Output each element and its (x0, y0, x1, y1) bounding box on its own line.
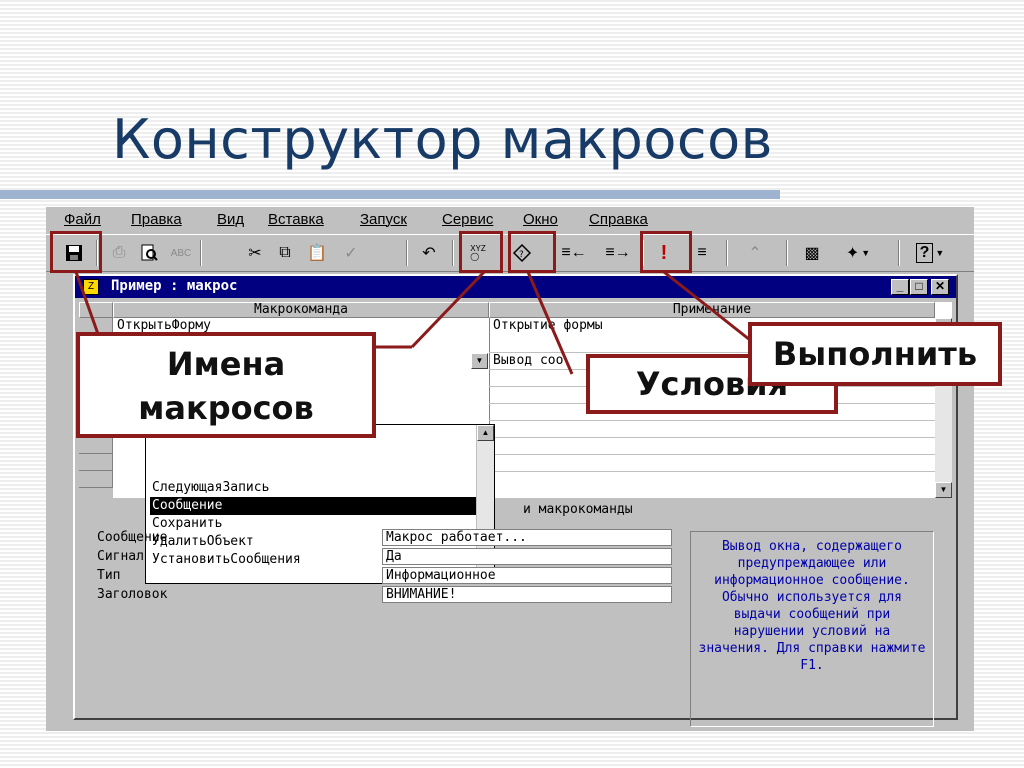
scroll-down-button[interactable]: ▼ (935, 482, 952, 498)
format-painter-icon[interactable]: ✓ (336, 239, 366, 267)
build-icon[interactable]: ⌃ (740, 239, 770, 267)
database-window-icon[interactable]: ▩ (797, 239, 827, 267)
table-row-comment[interactable]: Открытие формы (493, 318, 603, 333)
menu-help[interactable]: Справка (589, 211, 648, 228)
menu-run[interactable]: Запуск (360, 211, 407, 228)
arg-field-beep[interactable]: Да (382, 548, 672, 565)
menu-edit[interactable]: Правка (131, 211, 182, 228)
access-window: Файл Правка Вид Вставка Запуск Сервис Ок… (46, 207, 974, 731)
highlight-macro-names (459, 231, 503, 273)
status-hint: и макрокоманды (523, 502, 633, 517)
arg-label-title: Заголовок (97, 587, 168, 602)
print-icon[interactable]: ⎙ (104, 239, 134, 267)
arg-field-type[interactable]: Информационное (382, 567, 672, 584)
minimize-button[interactable]: _ (891, 279, 909, 295)
title-rule (0, 190, 780, 199)
callout-macro-names: Имена макросов (76, 332, 376, 438)
menu-file[interactable]: Файл (64, 211, 101, 228)
action-combo-button[interactable]: ▼ (471, 353, 488, 369)
list-item-selected[interactable]: Сообщение (150, 497, 488, 515)
highlight-run (640, 231, 692, 273)
spelling-icon[interactable]: ABC (166, 239, 196, 267)
undo-icon[interactable]: ↶ (414, 239, 444, 267)
arg-field-message[interactable]: Макрос работает... (382, 529, 672, 546)
highlight-save (50, 231, 102, 273)
slide-title: Конструктор макросов (112, 108, 773, 171)
cut-icon[interactable]: ✂ (240, 239, 270, 267)
paste-icon[interactable]: 📋 (302, 239, 332, 267)
help-text-box: Вывод окна, содержащего предупреждающее … (690, 531, 934, 727)
maximize-button[interactable]: □ (910, 279, 928, 295)
preview-icon[interactable] (134, 239, 164, 267)
menu-window[interactable]: Окно (523, 211, 558, 228)
arg-label-beep: Сигнал (97, 549, 144, 564)
highlight-conditions (508, 231, 556, 273)
callout-run: Выполнить (748, 322, 1002, 386)
arg-label-message: Сообщение (97, 530, 168, 545)
help-icon[interactable]: ? ▼ (908, 239, 952, 267)
menu-insert[interactable]: Вставка (268, 211, 324, 228)
macro-icon: Z (83, 279, 99, 295)
table-row-comment[interactable]: Вывод соо (493, 353, 563, 368)
menu-view[interactable]: Вид (217, 211, 244, 228)
arg-label-type: Тип (97, 568, 121, 583)
close-button[interactable]: ✕ (931, 279, 949, 295)
insert-row-icon[interactable]: ≡← (559, 239, 589, 267)
menu-bar: Файл Правка Вид Вставка Запуск Сервис Ок… (46, 207, 974, 233)
column-header-action[interactable]: Макрокоманда (113, 302, 489, 318)
macro-window-titlebar[interactable]: Z Пример : макрос _ □ ✕ (75, 276, 956, 298)
macro-window-title: Пример : макрос (111, 278, 238, 294)
delete-row-icon[interactable]: ≡→ (603, 239, 633, 267)
dropdown-scroll-up[interactable]: ▲ (477, 425, 494, 441)
menu-tools[interactable]: Сервис (442, 211, 493, 228)
list-item[interactable]: СледующаяЗапись (150, 479, 488, 497)
new-object-icon[interactable]: ✦ ▼ (837, 239, 879, 267)
copy-icon[interactable]: ⧉ (270, 239, 300, 267)
table-row-action[interactable]: ОткрытьФорму (117, 318, 211, 333)
arg-field-title[interactable]: ВНИМАНИЕ! (382, 586, 672, 603)
column-header-comment[interactable]: Примечание (489, 302, 935, 318)
